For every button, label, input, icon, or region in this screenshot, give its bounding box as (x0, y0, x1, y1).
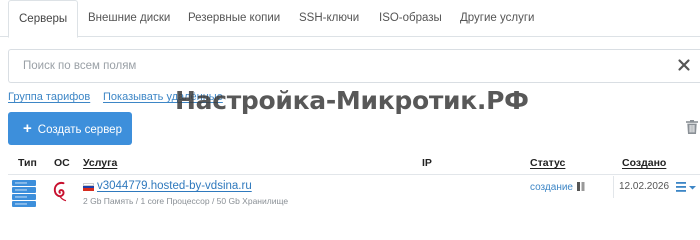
tab-ssh-keys[interactable]: SSH-ключи (289, 0, 369, 37)
server-specs: 2 Gb Память / 1 core Процессор / 50 Gb Х… (83, 196, 289, 206)
search-input[interactable] (23, 50, 663, 82)
column-header-os: ОС (54, 157, 70, 169)
column-header-service[interactable]: Услуга (83, 157, 117, 169)
close-icon[interactable] (676, 57, 692, 73)
created-date: 12.02.2026 (619, 181, 670, 192)
create-server-button[interactable]: + Создать сервер (8, 112, 132, 145)
debian-icon (53, 181, 67, 202)
ru-flag-icon (83, 183, 94, 192)
hostname-link[interactable]: v3044779.hosted-by-vdsina.ru (97, 180, 252, 192)
row-menu-icon[interactable] (676, 181, 698, 193)
tab-other-services[interactable]: Другие услуги (450, 0, 544, 37)
tab-iso-images[interactable]: ISO-образы (369, 0, 452, 37)
column-header-status[interactable]: Статус (530, 157, 565, 169)
plus-icon: + (23, 120, 32, 137)
search-box (8, 49, 700, 83)
column-header-type: Тип (18, 157, 37, 169)
tab-bar: Серверы Внешние диски Резервные копии SS… (0, 0, 700, 38)
header-divider (8, 174, 700, 175)
column-header-ip: IP (422, 157, 432, 169)
status-label: создание (530, 182, 573, 193)
create-server-label: Создать сервер (37, 124, 122, 136)
tab-backups[interactable]: Резервные копии (178, 0, 290, 37)
column-header-created[interactable]: Создано (622, 157, 666, 169)
progress-bars-icon (577, 182, 585, 191)
trash-icon[interactable] (686, 120, 698, 134)
tariff-group-link[interactable]: Группа тарифов (8, 91, 90, 103)
watermark: Настройка-Микротик.РФ (175, 86, 529, 115)
tab-servers[interactable]: Серверы (8, 0, 79, 38)
server-rack-icon (12, 180, 36, 207)
tab-external-disks[interactable]: Внешние диски (78, 0, 180, 37)
